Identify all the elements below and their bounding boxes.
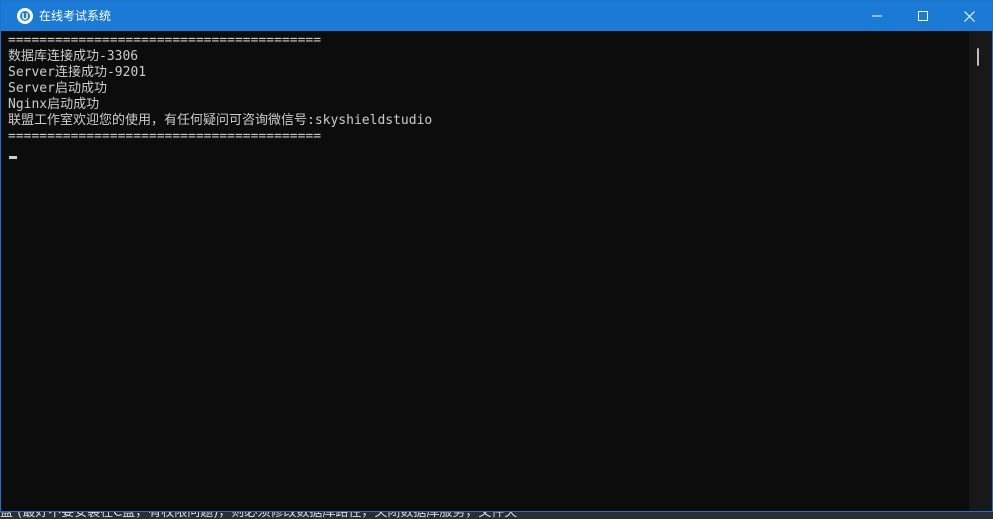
vertical-scrollbar[interactable] <box>969 31 992 511</box>
console-line-server-connect: Server连接成功-9201 <box>8 65 147 80</box>
minimize-button[interactable] <box>854 1 900 31</box>
scrollbar-thumb[interactable] <box>977 48 979 66</box>
console-output[interactable]: ========================================… <box>1 31 969 511</box>
minimize-icon <box>872 15 882 17</box>
console-line-welcome: 联盟工作室欢迎您的使用，有任何疑问可咨询微信号:skyshieldstudio <box>8 113 433 128</box>
console-line-separator-bottom: ======================================== <box>8 129 322 144</box>
console-line-db-status: 数据库连接成功-3306 <box>8 49 139 64</box>
window-controls <box>854 1 992 31</box>
app-logo-icon <box>17 8 33 24</box>
window-title: 在线考试系统 <box>39 9 112 23</box>
maximize-icon <box>918 11 928 21</box>
console-line-nginx-start: Nginx启动成功 <box>8 97 100 112</box>
console-window[interactable]: 在线考试系统 =================================… <box>0 0 993 512</box>
maximize-button[interactable] <box>900 1 946 31</box>
close-icon <box>963 10 975 22</box>
title-bar[interactable]: 在线考试系统 <box>1 1 992 31</box>
console-line-server-start: Server启动成功 <box>8 81 107 96</box>
text-cursor <box>9 156 17 159</box>
console-line-separator-top: ======================================== <box>8 33 322 48</box>
close-button[interactable] <box>946 1 992 31</box>
